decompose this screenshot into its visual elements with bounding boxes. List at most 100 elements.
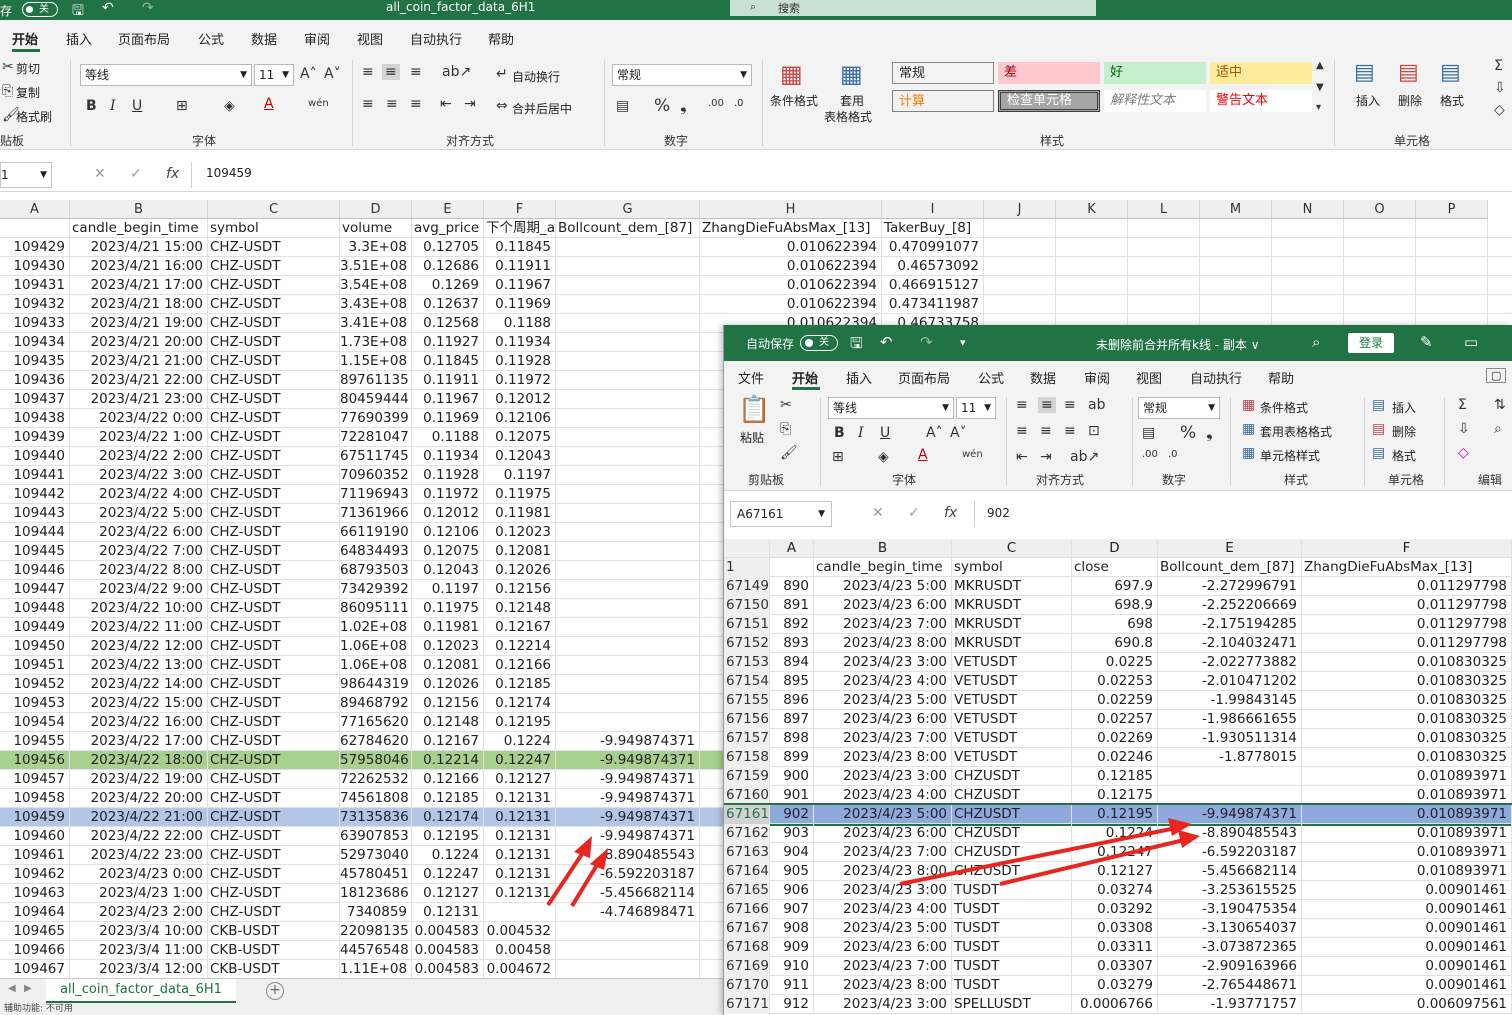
column-header-e[interactable]: E bbox=[1158, 539, 1302, 558]
cell[interactable]: 3.41E+08 bbox=[340, 314, 412, 333]
tab-help[interactable]: 帮助 bbox=[488, 29, 514, 48]
clear-icon[interactable]: ◇ bbox=[1494, 102, 1505, 118]
align-left-icon[interactable]: ≡ bbox=[1016, 423, 1028, 439]
cell[interactable]: 0.11981 bbox=[412, 618, 484, 637]
cell[interactable]: 894 bbox=[770, 653, 814, 672]
cell[interactable]: 109450 bbox=[0, 637, 70, 656]
cell[interactable] bbox=[556, 523, 700, 542]
cell[interactable] bbox=[1128, 219, 1200, 238]
cell[interactable]: 62784620 bbox=[340, 732, 412, 751]
cell[interactable]: MKRUSDT bbox=[952, 596, 1072, 615]
cell[interactable]: CHZ-USDT bbox=[208, 276, 340, 295]
row-header[interactable]: 67171 bbox=[724, 995, 770, 1014]
row-header[interactable]: 67159 bbox=[724, 767, 770, 786]
cell[interactable]: -1.930511314 bbox=[1158, 729, 1302, 748]
cell[interactable]: 86095111 bbox=[340, 599, 412, 618]
cell[interactable]: 0.011297798 bbox=[1302, 634, 1512, 653]
cell[interactable]: 0.010622394 bbox=[700, 257, 882, 276]
cell[interactable]: CHZUSDT bbox=[952, 786, 1072, 805]
cell[interactable]: -2.252206669 bbox=[1158, 596, 1302, 615]
cell[interactable]: 0.12131 bbox=[484, 884, 556, 903]
font-color-icon[interactable]: A bbox=[918, 447, 928, 463]
cell[interactable]: 0.010622394 bbox=[700, 276, 882, 295]
cell[interactable]: CHZUSDT bbox=[952, 843, 1072, 862]
cell[interactable]: 1.73E+08 bbox=[340, 333, 412, 352]
column-title[interactable] bbox=[0, 219, 70, 238]
cell[interactable]: 109459 bbox=[0, 808, 70, 827]
cell[interactable]: 2023/4/23 6:00 bbox=[814, 824, 952, 843]
cell[interactable]: 45780451 bbox=[340, 865, 412, 884]
column-title[interactable]: symbol bbox=[208, 219, 340, 238]
cell[interactable]: 2023/4/23 8:00 bbox=[814, 976, 952, 995]
cell[interactable]: 2023/4/22 4:00 bbox=[70, 485, 208, 504]
cell[interactable]: 0.12166 bbox=[412, 770, 484, 789]
cell[interactable]: 910 bbox=[770, 957, 814, 976]
style-neutral[interactable]: 适中 bbox=[1210, 62, 1312, 84]
cell[interactable]: 109448 bbox=[0, 599, 70, 618]
cell[interactable]: VETUSDT bbox=[952, 691, 1072, 710]
cell[interactable]: 0.004583 bbox=[412, 922, 484, 941]
cell[interactable] bbox=[1128, 257, 1200, 276]
cell[interactable]: 2023/4/23 1:00 bbox=[70, 884, 208, 903]
column-title[interactable]: close bbox=[1072, 558, 1158, 577]
wrap-text-icon[interactable]: ab bbox=[1088, 397, 1105, 413]
cell[interactable]: 0.11934 bbox=[412, 447, 484, 466]
column-header-d[interactable]: D bbox=[340, 200, 412, 219]
cell[interactable]: 2023/4/21 19:00 bbox=[70, 314, 208, 333]
row-header[interactable]: 67156 bbox=[724, 710, 770, 729]
comma-icon[interactable]: ❟ bbox=[1206, 423, 1213, 443]
cell[interactable] bbox=[1416, 219, 1488, 238]
cell[interactable]: 2023/4/23 8:00 bbox=[814, 748, 952, 767]
decrease-decimal-icon[interactable]: .0 bbox=[1168, 449, 1178, 460]
cell[interactable]: -9.949874371 bbox=[556, 827, 700, 846]
cell[interactable]: TUSDT bbox=[952, 900, 1072, 919]
cell[interactable]: 109445 bbox=[0, 542, 70, 561]
copy-icon[interactable]: ⎘ bbox=[780, 421, 791, 437]
cell[interactable]: 2023/4/22 17:00 bbox=[70, 732, 208, 751]
decrease-decimal-icon[interactable]: .0 bbox=[734, 98, 744, 109]
row-header[interactable]: 67166 bbox=[724, 900, 770, 919]
cell[interactable]: 898 bbox=[770, 729, 814, 748]
font-name-dropdown[interactable]: 等线 ▼ bbox=[828, 397, 954, 419]
paste-icon[interactable]: 📋 bbox=[738, 395, 770, 425]
cell[interactable]: TUSDT bbox=[952, 919, 1072, 938]
cell[interactable]: 0.11975 bbox=[484, 485, 556, 504]
tab-review[interactable]: 审阅 bbox=[1084, 368, 1110, 387]
cell[interactable]: 2023/4/22 2:00 bbox=[70, 447, 208, 466]
column-header-a[interactable]: A bbox=[770, 539, 814, 558]
cell[interactable]: 0.12023 bbox=[484, 523, 556, 542]
percent-icon[interactable]: % bbox=[1180, 423, 1196, 443]
cell[interactable]: -9.949874371 bbox=[556, 789, 700, 808]
underline-icon[interactable]: U bbox=[880, 425, 890, 441]
cell[interactable]: 109457 bbox=[0, 770, 70, 789]
cell[interactable]: 2023/3/4 12:00 bbox=[70, 960, 208, 979]
cell[interactable]: 0.466915127 bbox=[882, 276, 984, 295]
cell[interactable]: 0.11972 bbox=[484, 371, 556, 390]
cell[interactable]: -9.949874371 bbox=[556, 751, 700, 770]
cell[interactable]: 0.004583 bbox=[412, 960, 484, 979]
cell[interactable]: 109462 bbox=[0, 865, 70, 884]
cell[interactable]: 0.12174 bbox=[412, 808, 484, 827]
cell[interactable]: 109447 bbox=[0, 580, 70, 599]
column-header-a[interactable]: A bbox=[0, 200, 70, 219]
cell[interactable]: 0.11934 bbox=[484, 333, 556, 352]
customize-toolbar-icon[interactable]: ▾ bbox=[960, 336, 966, 349]
cell[interactable]: -3.253615525 bbox=[1158, 881, 1302, 900]
delete-cells-button[interactable]: 删除 bbox=[1398, 92, 1422, 109]
cell[interactable]: 72281047 bbox=[340, 428, 412, 447]
cell[interactable]: CHZ-USDT bbox=[208, 675, 340, 694]
cell[interactable]: CHZUSDT bbox=[952, 805, 1072, 824]
column-title[interactable]: Bollcount_dem_[87] bbox=[556, 219, 700, 238]
cell[interactable]: 0.11981 bbox=[484, 504, 556, 523]
insert-cells-button[interactable]: 插入 bbox=[1356, 92, 1380, 109]
cell[interactable]: 906 bbox=[770, 881, 814, 900]
align-center-icon[interactable]: ≡ bbox=[1040, 423, 1052, 439]
cell[interactable]: 0.11972 bbox=[412, 485, 484, 504]
cell[interactable]: 2023/4/21 23:00 bbox=[70, 390, 208, 409]
cell[interactable] bbox=[1416, 238, 1488, 257]
cell[interactable]: 0.02269 bbox=[1072, 729, 1158, 748]
cell[interactable]: CHZ-USDT bbox=[208, 884, 340, 903]
cell[interactable]: 0.12247 bbox=[1072, 843, 1158, 862]
cell[interactable]: -3.190475354 bbox=[1158, 900, 1302, 919]
cell[interactable]: -1.986661655 bbox=[1158, 710, 1302, 729]
